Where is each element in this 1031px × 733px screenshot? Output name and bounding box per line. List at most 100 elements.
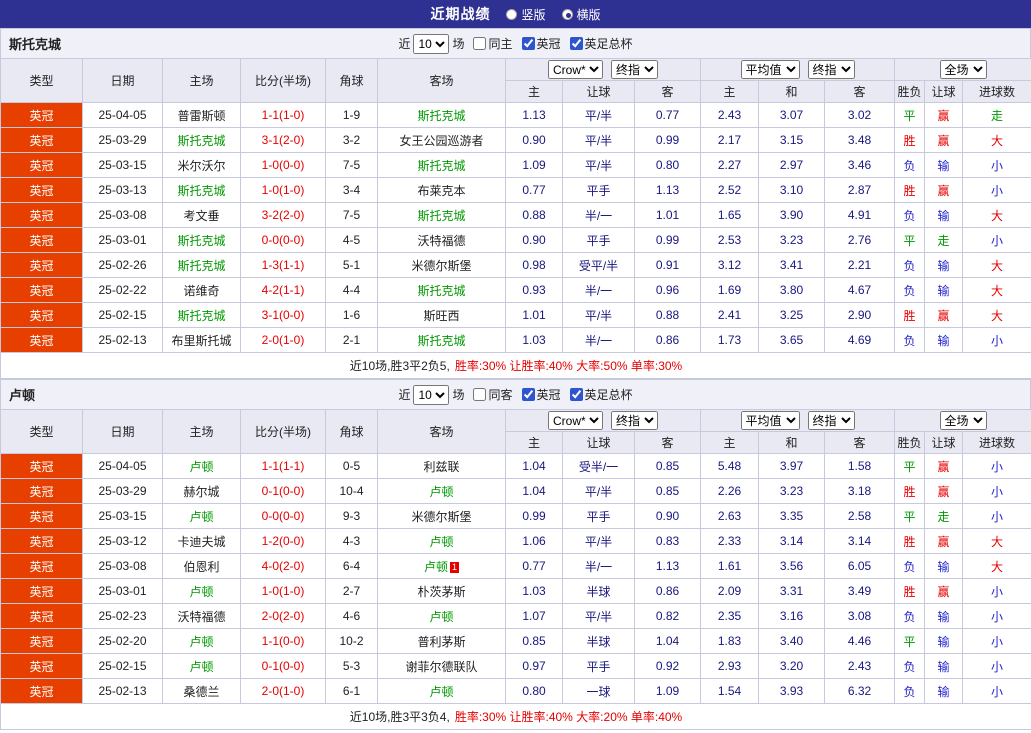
- euro-draw-odds: 3.97: [758, 453, 825, 479]
- checkbox-input[interactable]: [473, 388, 487, 401]
- filter-checkbox-2[interactable]: 英足总杯: [564, 35, 633, 52]
- date-cell: 25-04-05: [82, 453, 163, 479]
- euro-time-select[interactable]: 终指: [807, 411, 855, 430]
- asian-home-odds: 1.13: [505, 102, 563, 128]
- scope-select[interactable]: 全场: [939, 411, 987, 430]
- league-cell: 英冠: [0, 453, 83, 479]
- score-cell: 0-0(0-0): [240, 227, 326, 253]
- league-cell: 英冠: [0, 327, 83, 353]
- home-team: 卢顿: [162, 653, 241, 679]
- asian-home-odds: 0.93: [505, 277, 563, 303]
- euro-draw-odds: 3.35: [758, 503, 825, 529]
- asian-away-odds: 1.13: [634, 553, 701, 579]
- asian-home-odds: 0.85: [505, 628, 563, 654]
- sub-col-header: 客: [823, 431, 896, 454]
- asian-home-odds: 0.88: [505, 202, 563, 228]
- euro-home-odds: 1.65: [700, 202, 759, 228]
- euro-away-odds: 2.43: [823, 653, 896, 679]
- handicap-cell: 平/半: [562, 102, 635, 128]
- euro-away-odds: 2.58: [823, 503, 896, 529]
- checkbox-label: 英足总杯: [584, 37, 633, 51]
- sub-col-header: 胜负: [894, 431, 926, 454]
- date-cell: 25-03-29: [82, 478, 163, 504]
- league-cell: 英冠: [0, 603, 83, 629]
- col-header: 比分(半场): [240, 409, 326, 454]
- checkbox-label: 英足总杯: [584, 388, 633, 402]
- league-cell: 英冠: [0, 127, 83, 153]
- euro-away-odds: 2.87: [823, 177, 896, 203]
- result-cell: 胜: [894, 528, 926, 554]
- team-section: 近 10 场同客 英冠 英足总杯 卢顿 类型 日期 主场 比分(半场) 角球 客场 Crow* 终指 平均值…: [0, 379, 1031, 730]
- checkbox-input[interactable]: [473, 37, 487, 50]
- league-cell: 英冠: [0, 177, 83, 203]
- filter-checkbox-2[interactable]: 英足总杯: [564, 386, 633, 403]
- home-team: 卢顿: [162, 503, 241, 529]
- asian-away-odds: 0.96: [634, 277, 701, 303]
- euro-time-select[interactable]: 终指: [807, 60, 855, 79]
- asian-home-odds: 1.07: [505, 603, 563, 629]
- euro-draw-odds: 3.93: [758, 678, 825, 704]
- filter-checkbox-0[interactable]: 同主: [467, 35, 513, 52]
- checkbox-label: 英冠: [536, 388, 561, 402]
- asian-odds-selector-cell: Crow* 终指: [505, 409, 701, 432]
- corners-cell: 4-3: [325, 528, 378, 554]
- home-team: 米尔沃尔: [162, 152, 241, 178]
- date-cell: 25-02-20: [82, 628, 163, 654]
- odds-time-select[interactable]: 终指: [611, 60, 658, 79]
- odds-company-select[interactable]: Crow*: [548, 60, 603, 79]
- euro-source-select[interactable]: 平均值: [740, 60, 800, 79]
- layout-radio-vertical[interactable]: 竖版: [506, 6, 546, 23]
- home-team: 诺维奇: [162, 277, 241, 303]
- away-team-name: 斯托克城: [417, 283, 466, 298]
- handicap-result-cell: 输: [924, 152, 964, 178]
- asian-home-odds: 1.03: [505, 327, 563, 353]
- score-cell: 4-2(1-1): [240, 277, 326, 303]
- scope-select[interactable]: 全场: [939, 60, 987, 79]
- date-cell: 25-03-01: [82, 227, 163, 253]
- summary-cell: 近10场,胜3平3负4, 胜率:30% 让胜率:40% 大率:20% 单率:40%: [0, 703, 1031, 730]
- filter-checkbox-1[interactable]: 英冠: [516, 35, 561, 52]
- checkbox-input[interactable]: [521, 37, 535, 50]
- match-row: 英冠 25-03-29 赫尔城 0-1(0-0) 10-4 卢顿 1.04 平/半 0.85 2.…: [0, 478, 1031, 504]
- euro-away-odds: 3.48: [823, 127, 896, 153]
- result-cell: 胜: [894, 478, 926, 504]
- recent-count-select[interactable]: 10: [413, 384, 450, 405]
- asian-home-odds: 0.90: [505, 227, 563, 253]
- score-cell: 1-1(1-1): [240, 453, 326, 479]
- asian-home-odds: 1.01: [505, 302, 563, 328]
- score-cell: 1-1(1-0): [240, 102, 326, 128]
- goals-result-cell: 小: [962, 578, 1031, 604]
- sub-col-header: 客: [634, 80, 701, 103]
- goals-result-cell: 小: [962, 503, 1031, 529]
- col-header: 类型: [0, 409, 83, 454]
- goals-result-cell: 小: [962, 678, 1031, 704]
- euro-draw-odds: 3.40: [758, 628, 825, 654]
- euro-draw-odds: 3.65: [758, 327, 825, 353]
- away-team-name: 卢顿: [429, 684, 454, 699]
- goals-result-cell: 小: [962, 227, 1031, 253]
- away-team-name: 卢顿: [429, 484, 454, 499]
- filter-checkbox-1[interactable]: 英冠: [516, 386, 561, 403]
- filter-checkbox-0[interactable]: 同客: [467, 386, 513, 403]
- home-team: 赫尔城: [162, 478, 241, 504]
- home-team: 斯托克城: [162, 227, 241, 253]
- league-cell: 英冠: [0, 202, 83, 228]
- away-team-name: 卢顿: [429, 534, 454, 549]
- euro-draw-odds: 3.90: [758, 202, 825, 228]
- checkbox-input[interactable]: [521, 388, 535, 401]
- home-team: 卢顿: [162, 628, 241, 654]
- match-row: 英冠 25-04-05 卢顿 1-1(1-1) 0-5 利兹联 1.04 受半/一 0.85 5.…: [0, 453, 1031, 479]
- odds-company-select[interactable]: Crow*: [548, 411, 603, 430]
- euro-source-select[interactable]: 平均值: [740, 411, 800, 430]
- checkbox-input[interactable]: [569, 37, 583, 50]
- checkbox-input[interactable]: [569, 388, 583, 401]
- goals-result-cell: 大: [962, 277, 1031, 303]
- euro-home-odds: 2.33: [700, 528, 759, 554]
- away-team-name: 卢顿: [423, 559, 448, 574]
- date-cell: 25-02-15: [82, 653, 163, 679]
- handicap-result-cell: 赢: [924, 302, 964, 328]
- recent-count-select[interactable]: 10: [413, 33, 450, 54]
- layout-radio-horizontal[interactable]: 横版: [561, 6, 601, 23]
- odds-time-select[interactable]: 终指: [611, 411, 658, 430]
- handicap-cell: 平手: [562, 503, 635, 529]
